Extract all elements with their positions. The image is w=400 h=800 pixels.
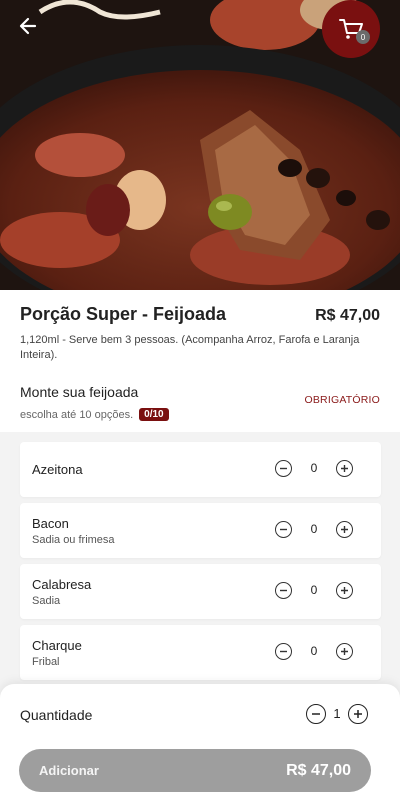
back-button[interactable] — [12, 10, 44, 42]
product-price: R$ 47,00 — [315, 307, 380, 324]
increase-button[interactable] — [336, 521, 353, 538]
quantity-stepper: 1 — [306, 704, 368, 724]
option-brand: Sadia ou frimesa — [32, 534, 115, 546]
increase-button[interactable] — [336, 582, 353, 599]
increase-button[interactable] — [336, 643, 353, 660]
option-name: Charque — [32, 638, 82, 653]
minus-icon — [280, 589, 287, 592]
decrease-button[interactable] — [275, 643, 292, 660]
minus-icon — [280, 528, 287, 531]
option-stepper: 0 — [275, 643, 353, 661]
option-stepper: 0 — [275, 521, 353, 539]
quantity-label: Quantidade — [20, 707, 93, 723]
plus-icon — [341, 587, 348, 594]
minus-icon — [280, 467, 287, 470]
option-quantity: 0 — [310, 583, 318, 597]
option-brand: Sadia — [32, 595, 61, 607]
plus-icon — [354, 710, 362, 718]
add-to-cart-button[interactable]: Adicionar R$ 47,00 — [19, 749, 371, 792]
option-item-bacon: Bacon Sadia ou frimesa 0 — [20, 503, 381, 558]
option-brand: Fribal — [32, 656, 60, 668]
option-item-charque: Charque Fribal 0 — [20, 625, 381, 680]
product-photo: 0 — [0, 0, 400, 290]
arrow-left-icon — [19, 17, 37, 35]
decrease-button[interactable] — [275, 521, 292, 538]
option-quantity: 0 — [310, 461, 318, 475]
plus-icon — [341, 465, 348, 472]
minus-icon — [312, 713, 320, 715]
option-list: Azeitona 0 Bacon Sadia ou frimesa 0 Cala… — [0, 432, 400, 702]
option-name: Calabresa — [32, 577, 92, 592]
minus-icon — [280, 650, 287, 653]
decrease-button[interactable] — [275, 460, 292, 477]
required-label: OBRIGATÓRIO — [304, 394, 380, 406]
increase-button[interactable] — [336, 460, 353, 477]
option-group-header: Monte sua feijoada escolha até 10 opções… — [20, 384, 380, 421]
selection-count-badge: 0/10 — [139, 408, 169, 421]
quantity-value: 1 — [333, 706, 341, 721]
option-stepper: 0 — [275, 582, 353, 600]
option-group-title: Monte sua feijoada — [20, 384, 139, 400]
add-button-price: R$ 47,00 — [286, 761, 351, 779]
option-quantity: 0 — [310, 644, 318, 658]
quantity-increase-button[interactable] — [348, 704, 368, 724]
add-button-label: Adicionar — [39, 763, 99, 778]
product-title: Porção Super - Feijoada — [20, 304, 227, 324]
option-item-azeitona: Azeitona 0 — [20, 442, 381, 497]
option-stepper: 0 — [275, 460, 353, 478]
product-info: Porção Super - Feijoada R$ 47,00 1,120ml… — [0, 290, 400, 363]
option-item-calabresa: Calabresa Sadia 0 — [20, 564, 381, 619]
quantity-decrease-button[interactable] — [306, 704, 326, 724]
cart-button[interactable]: 0 — [322, 0, 380, 58]
option-name: Azeitona — [32, 462, 83, 477]
plus-icon — [341, 648, 348, 655]
decrease-button[interactable] — [275, 582, 292, 599]
cart-count-badge: 0 — [356, 30, 370, 44]
product-description: 1,120ml - Serve bem 3 pessoas. (Acompanh… — [20, 334, 360, 361]
plus-icon — [341, 526, 348, 533]
option-quantity: 0 — [310, 522, 318, 536]
order-bottom-sheet: Quantidade 1 Adicionar R$ 47,00 — [0, 684, 400, 800]
option-group-subtitle: escolha até 10 opções. — [20, 408, 134, 421]
option-name: Bacon — [32, 516, 69, 531]
